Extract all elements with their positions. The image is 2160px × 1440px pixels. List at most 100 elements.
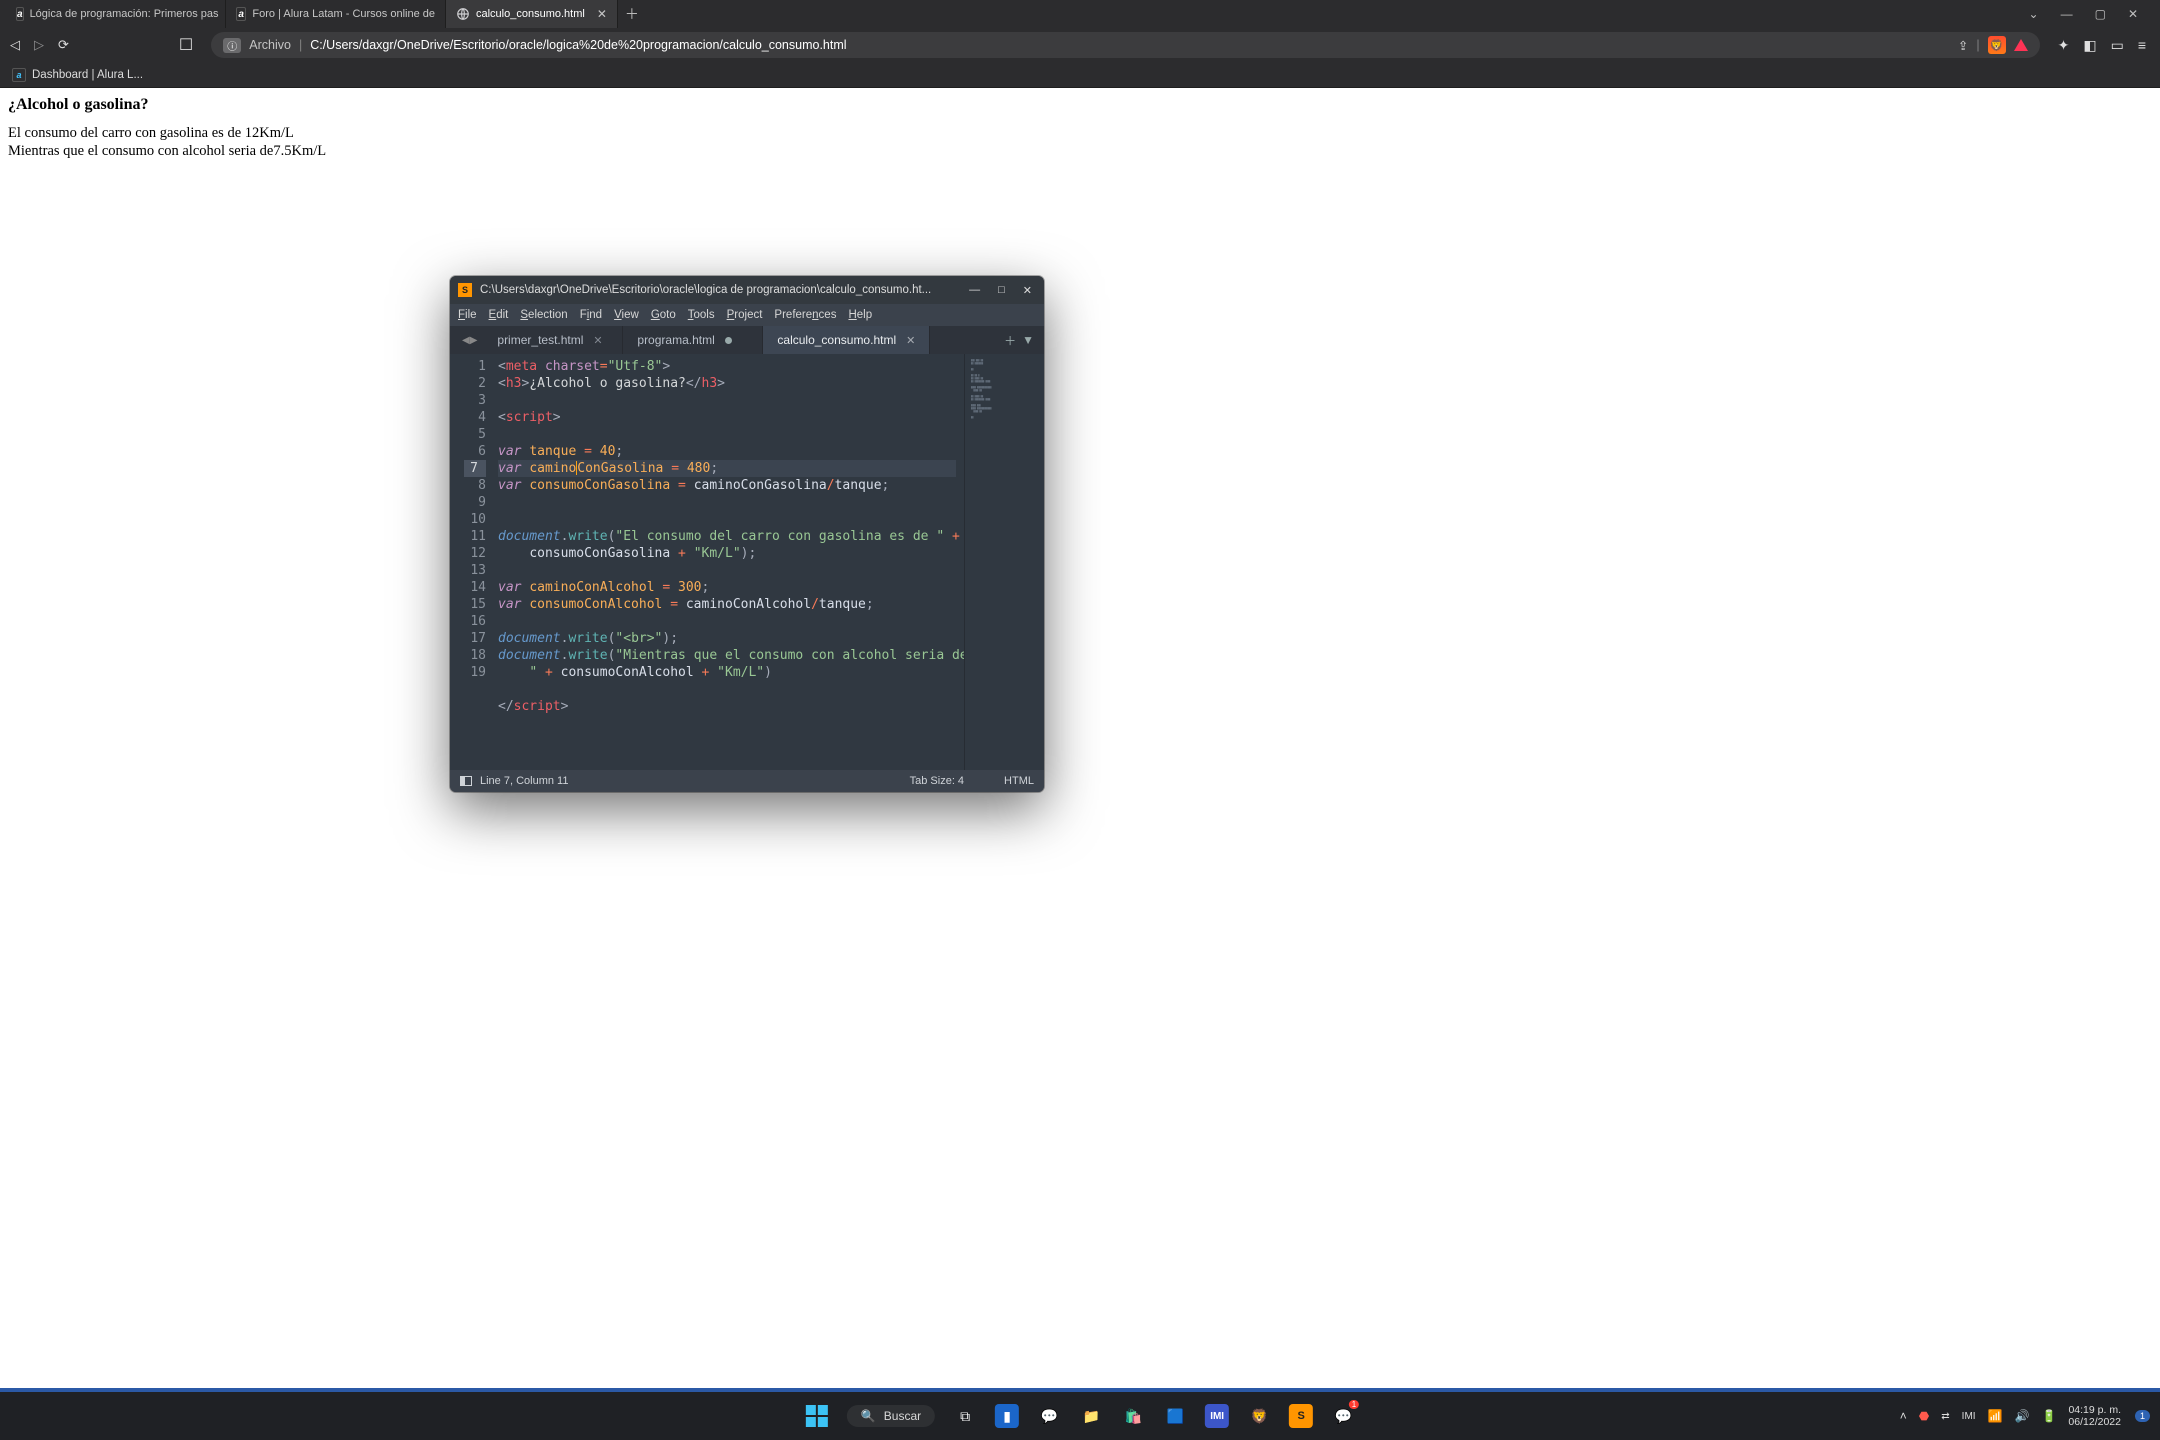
menu-project[interactable]: Project xyxy=(727,309,763,321)
address-bar[interactable]: ⓘ Archivo | C:/Users/daxgr/OneDrive/Escr… xyxy=(211,32,2039,58)
brave-icon[interactable]: 🦁 xyxy=(1247,1404,1271,1428)
editor-code-area[interactable]: <meta charset="Utf-8"> <h3>¿Alcohol o ga… xyxy=(494,354,964,770)
menu-goto[interactable]: Goto xyxy=(651,309,676,321)
sublime-taskbar-icon[interactable]: S xyxy=(1289,1404,1313,1428)
tray-icon[interactable]: IMI xyxy=(1962,1411,1976,1422)
close-button[interactable]: ✕ xyxy=(2128,7,2138,21)
start-button[interactable] xyxy=(805,1404,829,1428)
browser-tab-active[interactable]: calculo_consumo.html ✕ xyxy=(446,0,618,28)
page-heading: ¿Alcohol o gasolina? xyxy=(8,96,2152,114)
sidebar-icon[interactable]: ◧ xyxy=(2083,37,2096,54)
editor-title: C:\Users\daxgr\OneDrive\Escritorio\oracl… xyxy=(480,284,965,296)
menu-edit[interactable]: Edit xyxy=(489,309,509,321)
editor-close-button[interactable]: ✕ xyxy=(1023,284,1032,297)
brave-rewards-icon[interactable] xyxy=(2014,39,2028,51)
address-scheme: Archivo xyxy=(249,38,291,52)
taskbar-app[interactable]: IMI xyxy=(1205,1404,1229,1428)
editor-gutter: 1234567891011 121314151617 1819 xyxy=(450,354,494,770)
editor-titlebar[interactable]: S C:\Users\daxgr\OneDrive\Escritorio\ora… xyxy=(450,276,1044,304)
tray-volume-icon[interactable]: 🔊 xyxy=(2015,1409,2030,1423)
editor-window[interactable]: S C:\Users\daxgr\OneDrive\Escritorio\ora… xyxy=(450,276,1044,792)
window-caret-down-icon[interactable]: ⌄ xyxy=(2029,7,2039,21)
bookmark-item[interactable]: a Dashboard | Alura L... xyxy=(12,68,143,82)
menu-preferences[interactable]: Preferences xyxy=(774,309,836,321)
editor-minimize-button[interactable]: — xyxy=(969,284,980,297)
taskbar-app[interactable]: 🛍️ xyxy=(1121,1404,1145,1428)
tray-language-icon[interactable]: ⇄ xyxy=(1941,1411,1949,1422)
taskbar-clock[interactable]: 04:19 p. m. 06/12/2022 xyxy=(2068,1404,2121,1428)
editor-maximize-button[interactable]: □ xyxy=(998,284,1005,297)
status-cursor[interactable]: Line 7, Column 11 xyxy=(480,775,568,787)
tray-wifi-icon[interactable]: 📶 xyxy=(1988,1409,2003,1423)
editor-statusbar[interactable]: Line 7, Column 11 Tab Size: 4 HTML xyxy=(450,770,1044,792)
status-tabsize[interactable]: Tab Size: 4 xyxy=(910,775,964,787)
tray-battery-icon[interactable]: 🔋 xyxy=(2041,1409,2056,1423)
bookmark-label: Dashboard | Alura L... xyxy=(32,69,143,81)
menu-help[interactable]: Help xyxy=(848,309,872,321)
browser-tab-strip: a Lógica de programación: Primeros pas a… xyxy=(0,0,2160,28)
page-body: El consumo del carro con gasolina es de … xyxy=(8,124,2152,160)
browser-tab[interactable]: a Foro | Alura Latam - Cursos online de xyxy=(226,0,446,28)
editor-minimap[interactable]: ███ ███ ██ ██ ███████ ██ ██ ██ █ ██ ████… xyxy=(964,354,1044,770)
editor-tab-label: calculo_consumo.html xyxy=(777,333,896,347)
tray-icon[interactable]: ⬣ xyxy=(1919,1409,1929,1423)
forward-button[interactable]: ▷ xyxy=(34,37,44,53)
whatsapp-icon[interactable]: 💬1 xyxy=(1331,1404,1355,1428)
task-view-icon[interactable]: ⧉ xyxy=(953,1404,977,1428)
page-viewport: ¿Alcohol o gasolina? El consumo del carr… xyxy=(0,88,2160,164)
search-icon: 🔍 xyxy=(861,1409,876,1423)
tab-label: Lógica de programación: Primeros pas xyxy=(30,8,219,20)
site-info-icon[interactable]: ⓘ xyxy=(223,38,241,53)
tab-close-button[interactable]: ✕ xyxy=(597,7,607,21)
panel-toggle-icon[interactable] xyxy=(460,776,472,786)
editor-menubar[interactable]: File Edit Selection Find View Goto Tools… xyxy=(450,304,1044,326)
minimize-button[interactable]: — xyxy=(2061,7,2073,21)
address-url: C:/Users/daxgr/OneDrive/Escritorio/oracl… xyxy=(310,38,846,52)
editor-tab-active[interactable]: calculo_consumo.html ✕ xyxy=(763,326,930,354)
menu-file[interactable]: File xyxy=(458,309,477,321)
reload-button[interactable]: ⟳ xyxy=(58,37,69,53)
maximize-button[interactable]: ▢ xyxy=(2095,7,2106,21)
menu-tools[interactable]: Tools xyxy=(688,309,715,321)
alura-favicon: a xyxy=(12,68,26,82)
editor-tab-menu-icon[interactable]: ▼ xyxy=(1022,333,1034,347)
extensions-icon[interactable]: ✦ xyxy=(2058,37,2070,54)
editor-tab[interactable]: programa.html xyxy=(623,326,763,354)
taskbar-search[interactable]: 🔍 Buscar xyxy=(847,1405,935,1427)
tray-overflow-icon[interactable]: ˄ xyxy=(1900,1409,1907,1423)
browser-toolbar: ◁ ▷ ⟳ ☐ ⓘ Archivo | C:/Users/daxgr/OneDr… xyxy=(0,28,2160,62)
taskbar-app[interactable]: 💬 xyxy=(1037,1404,1061,1428)
editor-tab[interactable]: primer_test.html ✕ xyxy=(483,326,623,354)
editor-tab-strip: ◀▶ primer_test.html ✕ programa.html calc… xyxy=(450,326,1044,354)
wallet-icon[interactable]: ▭ xyxy=(2111,37,2124,54)
tab-label: calculo_consumo.html xyxy=(476,8,585,20)
editor-tab-nav[interactable]: ◀▶ xyxy=(456,326,483,354)
file-explorer-icon[interactable]: 📁 xyxy=(1079,1404,1103,1428)
browser-chrome: a Lógica de programación: Primeros pas a… xyxy=(0,0,2160,88)
notification-badge[interactable]: 1 xyxy=(2135,1410,2150,1422)
app-menu-icon[interactable]: ≡ xyxy=(2138,37,2146,53)
editor-tab-label: primer_test.html xyxy=(497,333,583,347)
taskbar-search-label: Buscar xyxy=(884,1409,921,1423)
share-icon[interactable]: ⇪ xyxy=(1958,38,1968,53)
taskbar-app[interactable]: ▮ xyxy=(995,1404,1019,1428)
menu-view[interactable]: View xyxy=(614,309,639,321)
editor-tab-add-icon[interactable]: ＋ xyxy=(1004,332,1016,349)
brave-shields-icon[interactable]: 🦁 xyxy=(1988,36,2006,54)
menu-selection[interactable]: Selection xyxy=(520,309,567,321)
menu-find[interactable]: Find xyxy=(580,309,602,321)
taskbar-date: 06/12/2022 xyxy=(2068,1416,2121,1428)
bookmark-outline-icon[interactable]: ☐ xyxy=(179,35,193,55)
back-button[interactable]: ◁ xyxy=(10,37,20,53)
browser-tab[interactable]: a Lógica de programación: Primeros pas xyxy=(6,0,226,28)
editor-tab-dirty-icon xyxy=(725,337,732,344)
windows-taskbar[interactable]: 🔍 Buscar ⧉ ▮ 💬 📁 🛍️ 🟦 IMI 🦁 S 💬1 ˄ ⬣ ⇄ I… xyxy=(0,1392,2160,1440)
editor-tab-close[interactable]: ✕ xyxy=(593,334,602,347)
sublime-icon: S xyxy=(458,283,472,297)
new-tab-button[interactable]: ＋ xyxy=(618,0,646,28)
editor-body[interactable]: 1234567891011 121314151617 1819 <meta ch… xyxy=(450,354,1044,770)
editor-tab-close[interactable]: ✕ xyxy=(906,334,915,347)
microsoft-store-icon[interactable]: 🟦 xyxy=(1163,1404,1187,1428)
status-syntax[interactable]: HTML xyxy=(1004,775,1034,787)
editor-tab-label: programa.html xyxy=(637,333,714,347)
